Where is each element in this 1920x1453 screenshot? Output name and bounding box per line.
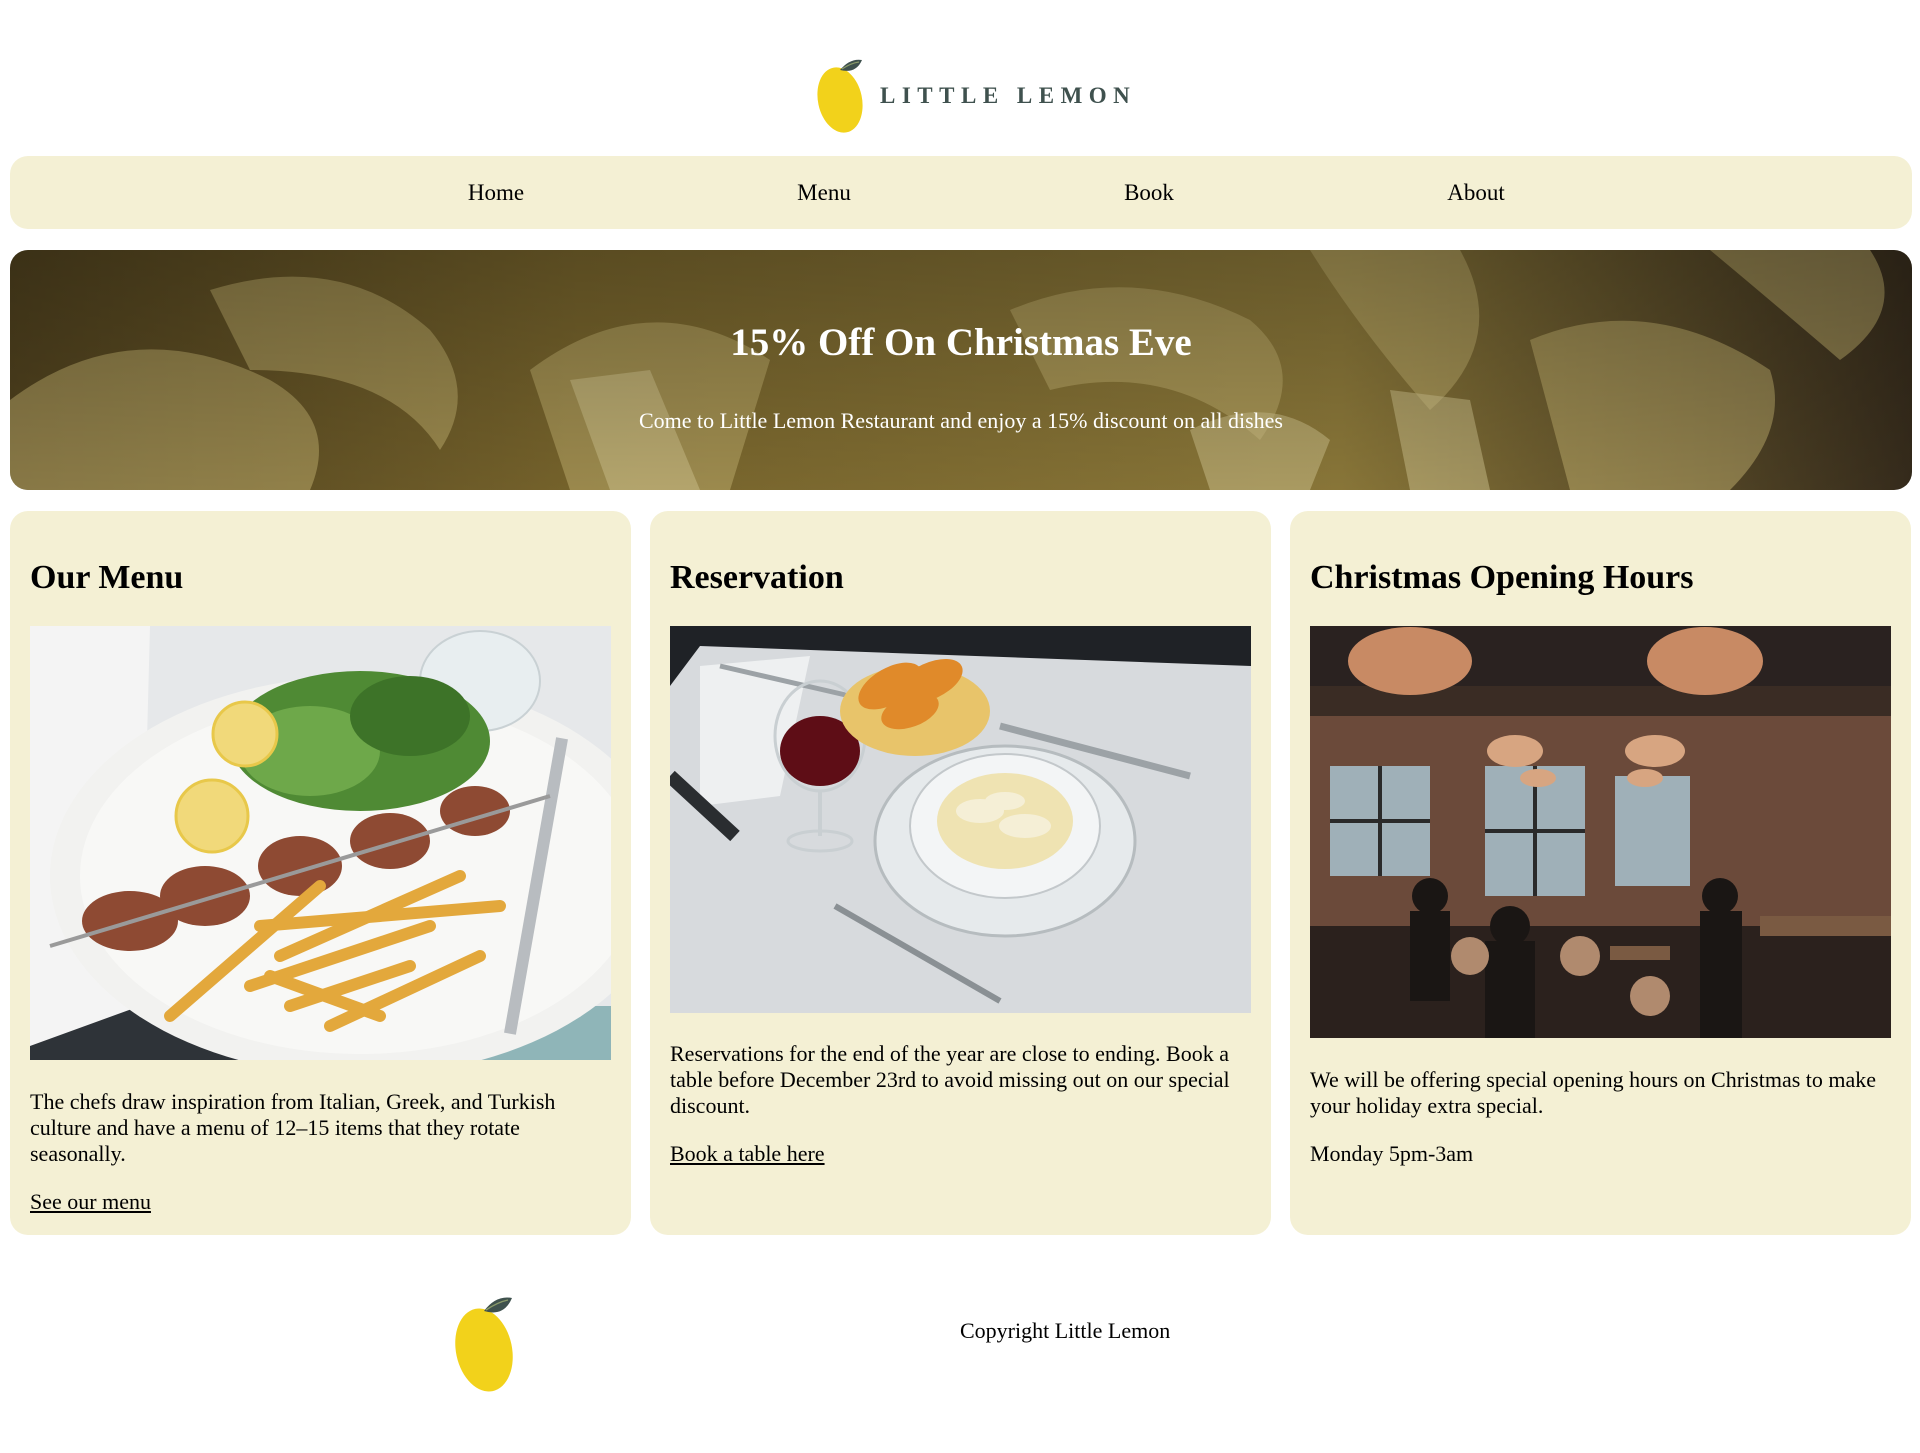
lemon-icon [817,59,863,133]
card-text: Reservations for the end of the year are… [670,1041,1230,1118]
promo-title: 15% Off On Christmas Eve [730,321,1192,364]
menu-card: Our Menu The chefs draw inspiration from… [10,511,631,1235]
site-header: LITTLE LEMON [0,0,1920,150]
restaurant-interior-image [1310,626,1891,1038]
opening-hours-text: Monday 5pm-3am [1310,1141,1474,1166]
reservation-table-image [670,626,1251,1013]
pasta-background-image [10,250,1912,490]
card-text: We will be offering special opening hour… [1310,1067,1877,1118]
nav-item-book[interactable]: Book [1124,156,1174,229]
main-nav: Home Menu Book About [10,156,1912,229]
see-menu-link[interactable]: See our menu [30,1189,151,1215]
lemon-icon [455,1297,513,1392]
card-title: Our Menu [30,559,184,596]
card-text: The chefs draw inspiration from Italian,… [30,1089,556,1166]
opening-hours-card: Christmas Opening Hours We will be offer… [1290,511,1911,1235]
book-table-link[interactable]: Book a table here [670,1141,825,1167]
menu-dish-image [30,626,611,1060]
nav-item-home[interactable]: Home [468,156,524,229]
card-title: Reservation [670,559,844,596]
reservation-card: Reservation Reservations for the end of … [650,511,1271,1235]
footer-logo[interactable] [454,1293,516,1400]
brand-name: LITTLE LEMON [880,83,1137,108]
card-title: Christmas Opening Hours [1310,559,1694,596]
promo-banner: 15% Off On Christmas Eve Come to Little … [10,250,1912,490]
nav-item-menu[interactable]: Menu [797,156,851,229]
copyright-text: Copyright Little Lemon [960,1318,1171,1343]
site-logo[interactable]: LITTLE LEMON [816,56,1136,136]
nav-item-about[interactable]: About [1447,156,1505,229]
promo-subtitle: Come to Little Lemon Restaurant and enjo… [639,408,1283,433]
